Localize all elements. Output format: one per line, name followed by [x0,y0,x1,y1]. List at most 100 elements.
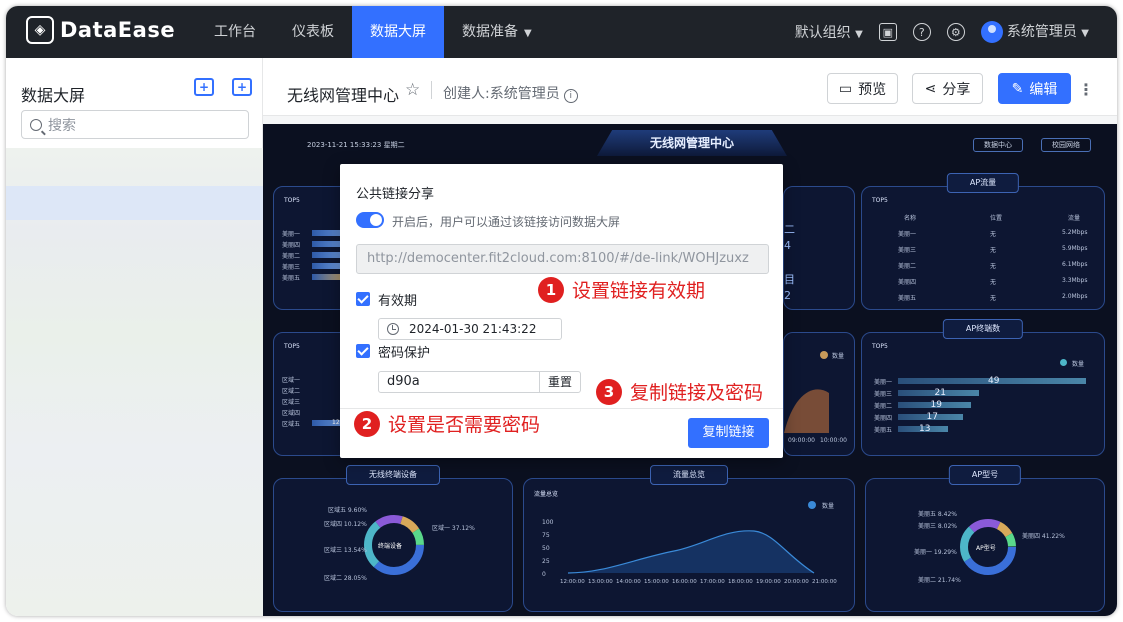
bar-label: 美丽五 [874,427,893,434]
share-button[interactable]: ⋖ 分享 [912,73,983,104]
creator-info: 创建人:系统管理员 i [443,83,578,103]
preview-button[interactable]: ▭ 预览 [827,73,898,104]
bar [312,263,342,269]
nav-data-prep-label: 数据准备 [462,24,518,40]
share-link-field[interactable]: http://democenter.fit2cloud.com:8100/#/d… [356,244,769,274]
row-label: 区域四 [282,410,301,417]
annotation-number: 3 [596,378,622,405]
screen-datetime: 2023-11-21 15:33:23 星期二 [307,141,405,149]
bar-label: 美丽一 [874,379,893,386]
panel-center-chart: 数量 09:00:00 10:00:00 [783,332,855,456]
logo[interactable]: ◈ DataEase [26,16,175,44]
donut-label: 区域五 9.60% [328,507,367,514]
new-folder-icon[interactable]: + [194,78,214,96]
panel-center-stats: 二 4 目 2 [783,186,855,310]
table-header: 流量 [1068,215,1081,222]
nav-data-screen[interactable]: 数据大屏 [352,6,444,58]
nav-workbench[interactable]: 工作台 [196,6,274,58]
donut-label: 区域二 28.05% [324,575,367,582]
panel-label: TOP5 [284,197,300,204]
clock-icon [387,323,399,335]
divider [431,81,432,99]
user-name: 系统管理员 [1006,24,1077,40]
more-icon[interactable]: ⋮ [1078,80,1094,99]
search-input[interactable]: 搜索 [21,110,249,139]
stat-char: 2 [784,289,791,302]
annotation-number: 1 [538,276,564,303]
row-label: 美丽三 [282,264,301,271]
nav-dashboard[interactable]: 仪表板 [274,6,352,58]
table-cell: 3.3Mbps [1062,277,1088,284]
donut-label: 美丽三 8.02% [918,523,957,530]
annotation-text: 设置链接有效期 [572,280,706,302]
screen-btn-data-center[interactable]: 数据中心 [973,138,1023,152]
password-label: 密码保护 [378,346,431,361]
annotation-number: 2 [354,410,380,437]
table-cell: 无 [990,231,997,238]
donut-label: 区域四 10.12% [324,521,367,528]
donut-label: 区域一 37.12% [432,525,475,532]
nav-data-prep[interactable]: 数据准备 ▼ [444,6,550,58]
validity-checkbox[interactable] [356,292,370,306]
new-file-icon[interactable]: + [232,78,252,96]
user-menu[interactable]: 系统管理员 ▼ [980,21,1089,43]
edit-button[interactable]: ✎ 编辑 [998,73,1071,104]
sidebar-tree-blurred [6,148,263,616]
toggle-description: 开启后，用户可以通过该链接访问数据大屏 [392,215,621,229]
annotation-1: 1 设置链接有效期 [538,276,705,303]
table-cell: 无 [990,263,997,270]
share-label: 分享 [942,81,971,98]
public-link-toggle[interactable] [356,212,384,228]
bar-label: 美丽四 [874,415,893,422]
sidebar-actions: + + [194,78,252,96]
panel-title: AP流量 [946,173,1020,193]
screen-btn-campus[interactable]: 校园网络 [1041,138,1091,152]
donut-label: 区域三 13.54% [324,547,367,554]
table-cell: 美丽二 [898,263,917,270]
creator-text: 创建人:系统管理员 [443,86,560,102]
row-label: 美丽一 [282,231,301,238]
org-selector[interactable]: 默认组织 ▼ [795,22,863,42]
bar-value: 17 [926,412,938,422]
dialog-divider [340,408,783,409]
org-name: 默认组织 [794,25,851,41]
reset-password-button[interactable]: 重置 [539,371,581,393]
share-icon: ⋖ [924,80,937,97]
logo-text: DataEase [60,18,176,42]
panel-wireless-devices: 无线终端设备 终端设备 区域五 9.60% 区域四 10.12% 区域三 13.… [273,465,513,612]
row-label: 区域二 [282,388,301,395]
toolbox-icon[interactable]: ▣ [878,23,897,41]
table-header: 名称 [904,215,917,222]
panel-title: AP终端数 [942,319,1024,339]
preview-label: 预览 [858,81,887,98]
table-cell: 5.9Mbps [1062,245,1088,252]
bar-value: 19 [930,400,942,410]
password-field[interactable]: d90a [378,371,540,393]
bar-value: 12 [332,419,340,426]
password-checkbox[interactable] [356,344,370,358]
bar-value: 21 [934,388,946,398]
bar-label: 美丽三 [874,391,893,398]
pencil-icon: ✎ [1011,80,1024,97]
table-cell: 2.0Mbps [1062,293,1088,300]
copy-link-button[interactable]: 复制链接 [688,418,769,448]
search-icon [30,118,42,131]
x-tick: 10:00:00 [820,437,847,444]
donut-label: 美丽二 21.74% [918,577,961,584]
table-cell: 5.2Mbps [1062,229,1088,236]
table-cell: 美丽三 [898,247,917,254]
expiry-datetime-picker[interactable]: 2024-01-30 21:43:22 [378,318,562,340]
bar-value: 13 [919,424,931,434]
annotation-3: 3 复制链接及密码 [596,378,763,405]
sidebar-selected-item[interactable] [6,186,263,220]
info-icon[interactable]: i [563,89,578,103]
search-placeholder: 搜索 [48,117,76,134]
help-icon[interactable]: ? [912,23,931,41]
table-cell: 美丽五 [898,295,917,302]
gear-icon[interactable]: ⚙ [946,23,965,41]
top-navbar: ◈ DataEase 工作台 仪表板 数据大屏 数据准备 ▼ 默认组织 ▼ ▣ ?… [6,6,1117,58]
star-icon[interactable]: ☆ [405,80,420,100]
traffic-area-chart [567,530,815,574]
main-nav: 工作台 仪表板 数据大屏 数据准备 ▼ [196,6,550,58]
edit-label: 编辑 [1029,81,1058,98]
